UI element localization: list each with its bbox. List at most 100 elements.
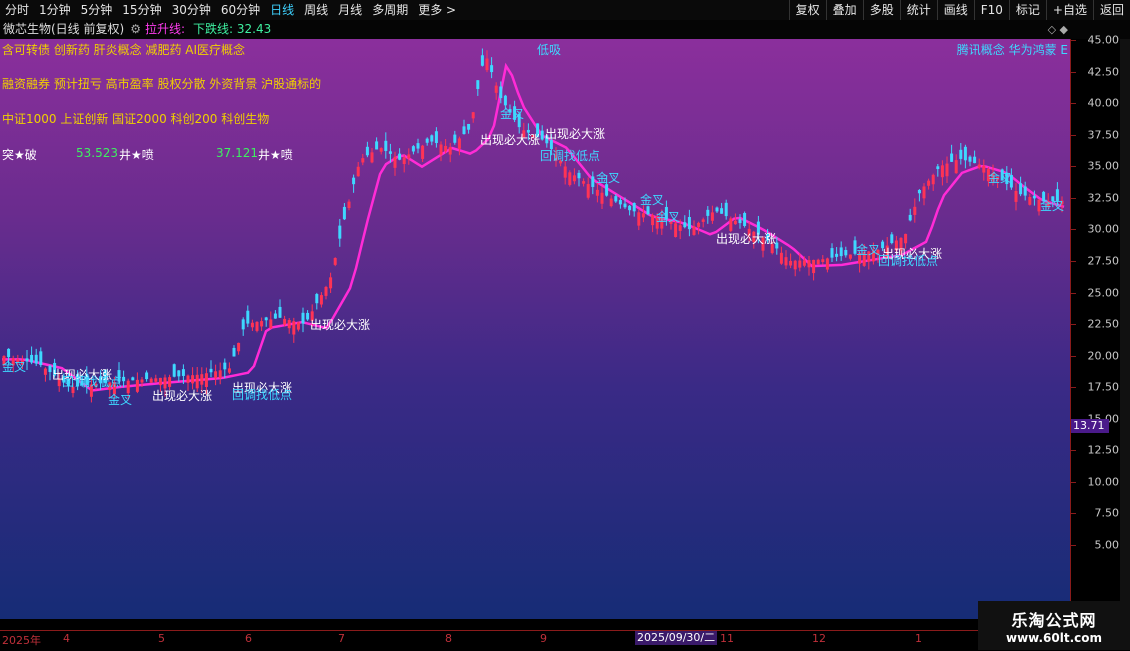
candle-body bbox=[950, 153, 954, 162]
candle-body bbox=[844, 250, 848, 256]
candle-body bbox=[296, 322, 300, 330]
candle-body bbox=[30, 354, 34, 363]
candle-body bbox=[209, 368, 213, 373]
price-tick-label: 22.50 bbox=[1087, 317, 1120, 331]
signal-value-1: 53.523 bbox=[76, 146, 118, 160]
candle-body bbox=[186, 375, 190, 383]
indicator-up-label: 拉升线: bbox=[144, 22, 185, 36]
candle-body bbox=[283, 318, 287, 325]
candle-body bbox=[1014, 190, 1018, 202]
stock-title: 微芯生物(日线 前复权) bbox=[3, 22, 125, 36]
period-tab-1min[interactable]: 1分钟 bbox=[34, 0, 76, 20]
candle-body bbox=[260, 321, 264, 327]
multi-stock-button[interactable]: 多股 bbox=[862, 0, 900, 20]
candle-body bbox=[39, 351, 43, 366]
f10-button[interactable]: F10 bbox=[973, 0, 1009, 20]
candle-body bbox=[572, 175, 576, 182]
candle-body bbox=[204, 373, 208, 387]
indicator-down-label: 下跌线: 32.43 bbox=[193, 22, 272, 36]
price-tick-mark bbox=[1071, 40, 1076, 41]
candle-body bbox=[623, 203, 627, 208]
candle-body bbox=[614, 196, 618, 202]
candle-body bbox=[678, 225, 682, 231]
price-tick-mark bbox=[1071, 229, 1076, 231]
date-label: 12 bbox=[812, 632, 826, 645]
gear-icon[interactable]: ⚙ bbox=[130, 20, 141, 39]
price-tick-mark bbox=[1071, 545, 1076, 546]
watermark: 乐淘公式网 www.60lt.com bbox=[978, 601, 1130, 650]
concept-tags-row1: 含可转债 创新药 肝炎概念 减肥药 AI医疗概念 bbox=[2, 43, 246, 57]
candle-body bbox=[273, 313, 277, 319]
candle-body bbox=[931, 174, 935, 185]
candle-body bbox=[632, 202, 636, 212]
candle-body bbox=[692, 226, 696, 235]
period-tab-more[interactable]: 更多 > bbox=[413, 0, 461, 20]
candle-body bbox=[982, 165, 986, 173]
price-tick-mark bbox=[1071, 292, 1076, 294]
signal-jingpen-1: 井★喷 bbox=[119, 148, 154, 162]
candle-body bbox=[835, 253, 839, 257]
candle-body bbox=[457, 138, 461, 149]
candle-body bbox=[720, 208, 724, 214]
price-tick-mark bbox=[1071, 481, 1076, 483]
candle-body bbox=[595, 189, 599, 196]
price-tick-mark bbox=[1071, 513, 1076, 515]
candle-body bbox=[586, 184, 590, 198]
candle-body bbox=[1032, 195, 1036, 199]
candle-body bbox=[287, 320, 291, 329]
price-tick-label: 27.50 bbox=[1087, 254, 1120, 268]
period-tab-fenshi[interactable]: 分时 bbox=[0, 0, 34, 20]
candle-body bbox=[793, 260, 797, 270]
candle-body bbox=[600, 192, 604, 204]
candle-body bbox=[1028, 196, 1032, 205]
period-tab-monthly[interactable]: 月线 bbox=[333, 0, 367, 20]
diamond-icon[interactable]: ◇ ◆ bbox=[1048, 20, 1068, 39]
candle-body bbox=[710, 212, 714, 221]
kline-chart[interactable]: 含可转债 创新药 肝炎概念 减肥药 AI医疗概念 低吸 腾讯概念 华为鸿蒙 E … bbox=[0, 39, 1070, 619]
candle-body bbox=[338, 225, 342, 239]
stats-button[interactable]: 统计 bbox=[899, 0, 937, 20]
candle-body bbox=[278, 306, 282, 318]
overlay-button[interactable]: 叠加 bbox=[825, 0, 863, 20]
mark-button[interactable]: 标记 bbox=[1008, 0, 1046, 20]
candle-body bbox=[250, 322, 254, 328]
candle-body bbox=[1023, 186, 1027, 196]
candle-body bbox=[301, 312, 305, 324]
fuquan-button[interactable]: 复权 bbox=[788, 0, 826, 20]
back-button[interactable]: 返回 bbox=[1092, 0, 1130, 20]
candle-body bbox=[683, 222, 687, 228]
period-tab-multi[interactable]: 多周期 bbox=[367, 0, 413, 20]
right-sidebar[interactable] bbox=[1120, 39, 1130, 619]
date-label: 7 bbox=[338, 632, 345, 645]
candle-body bbox=[954, 160, 958, 174]
candle-body bbox=[384, 140, 388, 151]
price-tick-label: 42.50 bbox=[1087, 65, 1120, 79]
current-price-tag: 13.71 bbox=[1071, 419, 1109, 433]
candle-body bbox=[784, 257, 788, 266]
big-rise-label: 出现必大涨 bbox=[310, 318, 371, 332]
price-tick-label: 20.00 bbox=[1087, 349, 1120, 363]
chart-titlebar: 微芯生物(日线 前复权) ⚙ 拉升线: 下跌线: 32.43 bbox=[0, 20, 1130, 39]
period-tab-5min[interactable]: 5分钟 bbox=[76, 0, 118, 20]
candle-body bbox=[34, 354, 38, 364]
period-tab-15min[interactable]: 15分钟 bbox=[117, 0, 166, 20]
draw-line-button[interactable]: 画线 bbox=[936, 0, 974, 20]
price-tick-label: 12.50 bbox=[1087, 443, 1120, 457]
candle-body bbox=[637, 212, 641, 226]
candle-body bbox=[154, 378, 158, 382]
candle-body bbox=[365, 146, 369, 156]
watermark-url: www.60lt.com bbox=[1005, 631, 1103, 645]
add-watchlist-button[interactable]: +自选 bbox=[1045, 0, 1093, 20]
price-tick-label: 37.50 bbox=[1087, 128, 1120, 142]
candle-body bbox=[830, 248, 834, 258]
period-tab-30min[interactable]: 30分钟 bbox=[167, 0, 216, 20]
candle-body bbox=[407, 154, 411, 159]
candle-body bbox=[375, 141, 379, 150]
price-tick-label: 10.00 bbox=[1087, 475, 1120, 489]
candle-body bbox=[315, 294, 319, 304]
candle-body bbox=[425, 138, 429, 143]
period-tab-daily[interactable]: 日线 bbox=[265, 0, 299, 20]
period-tab-60min[interactable]: 60分钟 bbox=[216, 0, 265, 20]
candle-body bbox=[563, 166, 567, 178]
period-tab-weekly[interactable]: 周线 bbox=[299, 0, 333, 20]
